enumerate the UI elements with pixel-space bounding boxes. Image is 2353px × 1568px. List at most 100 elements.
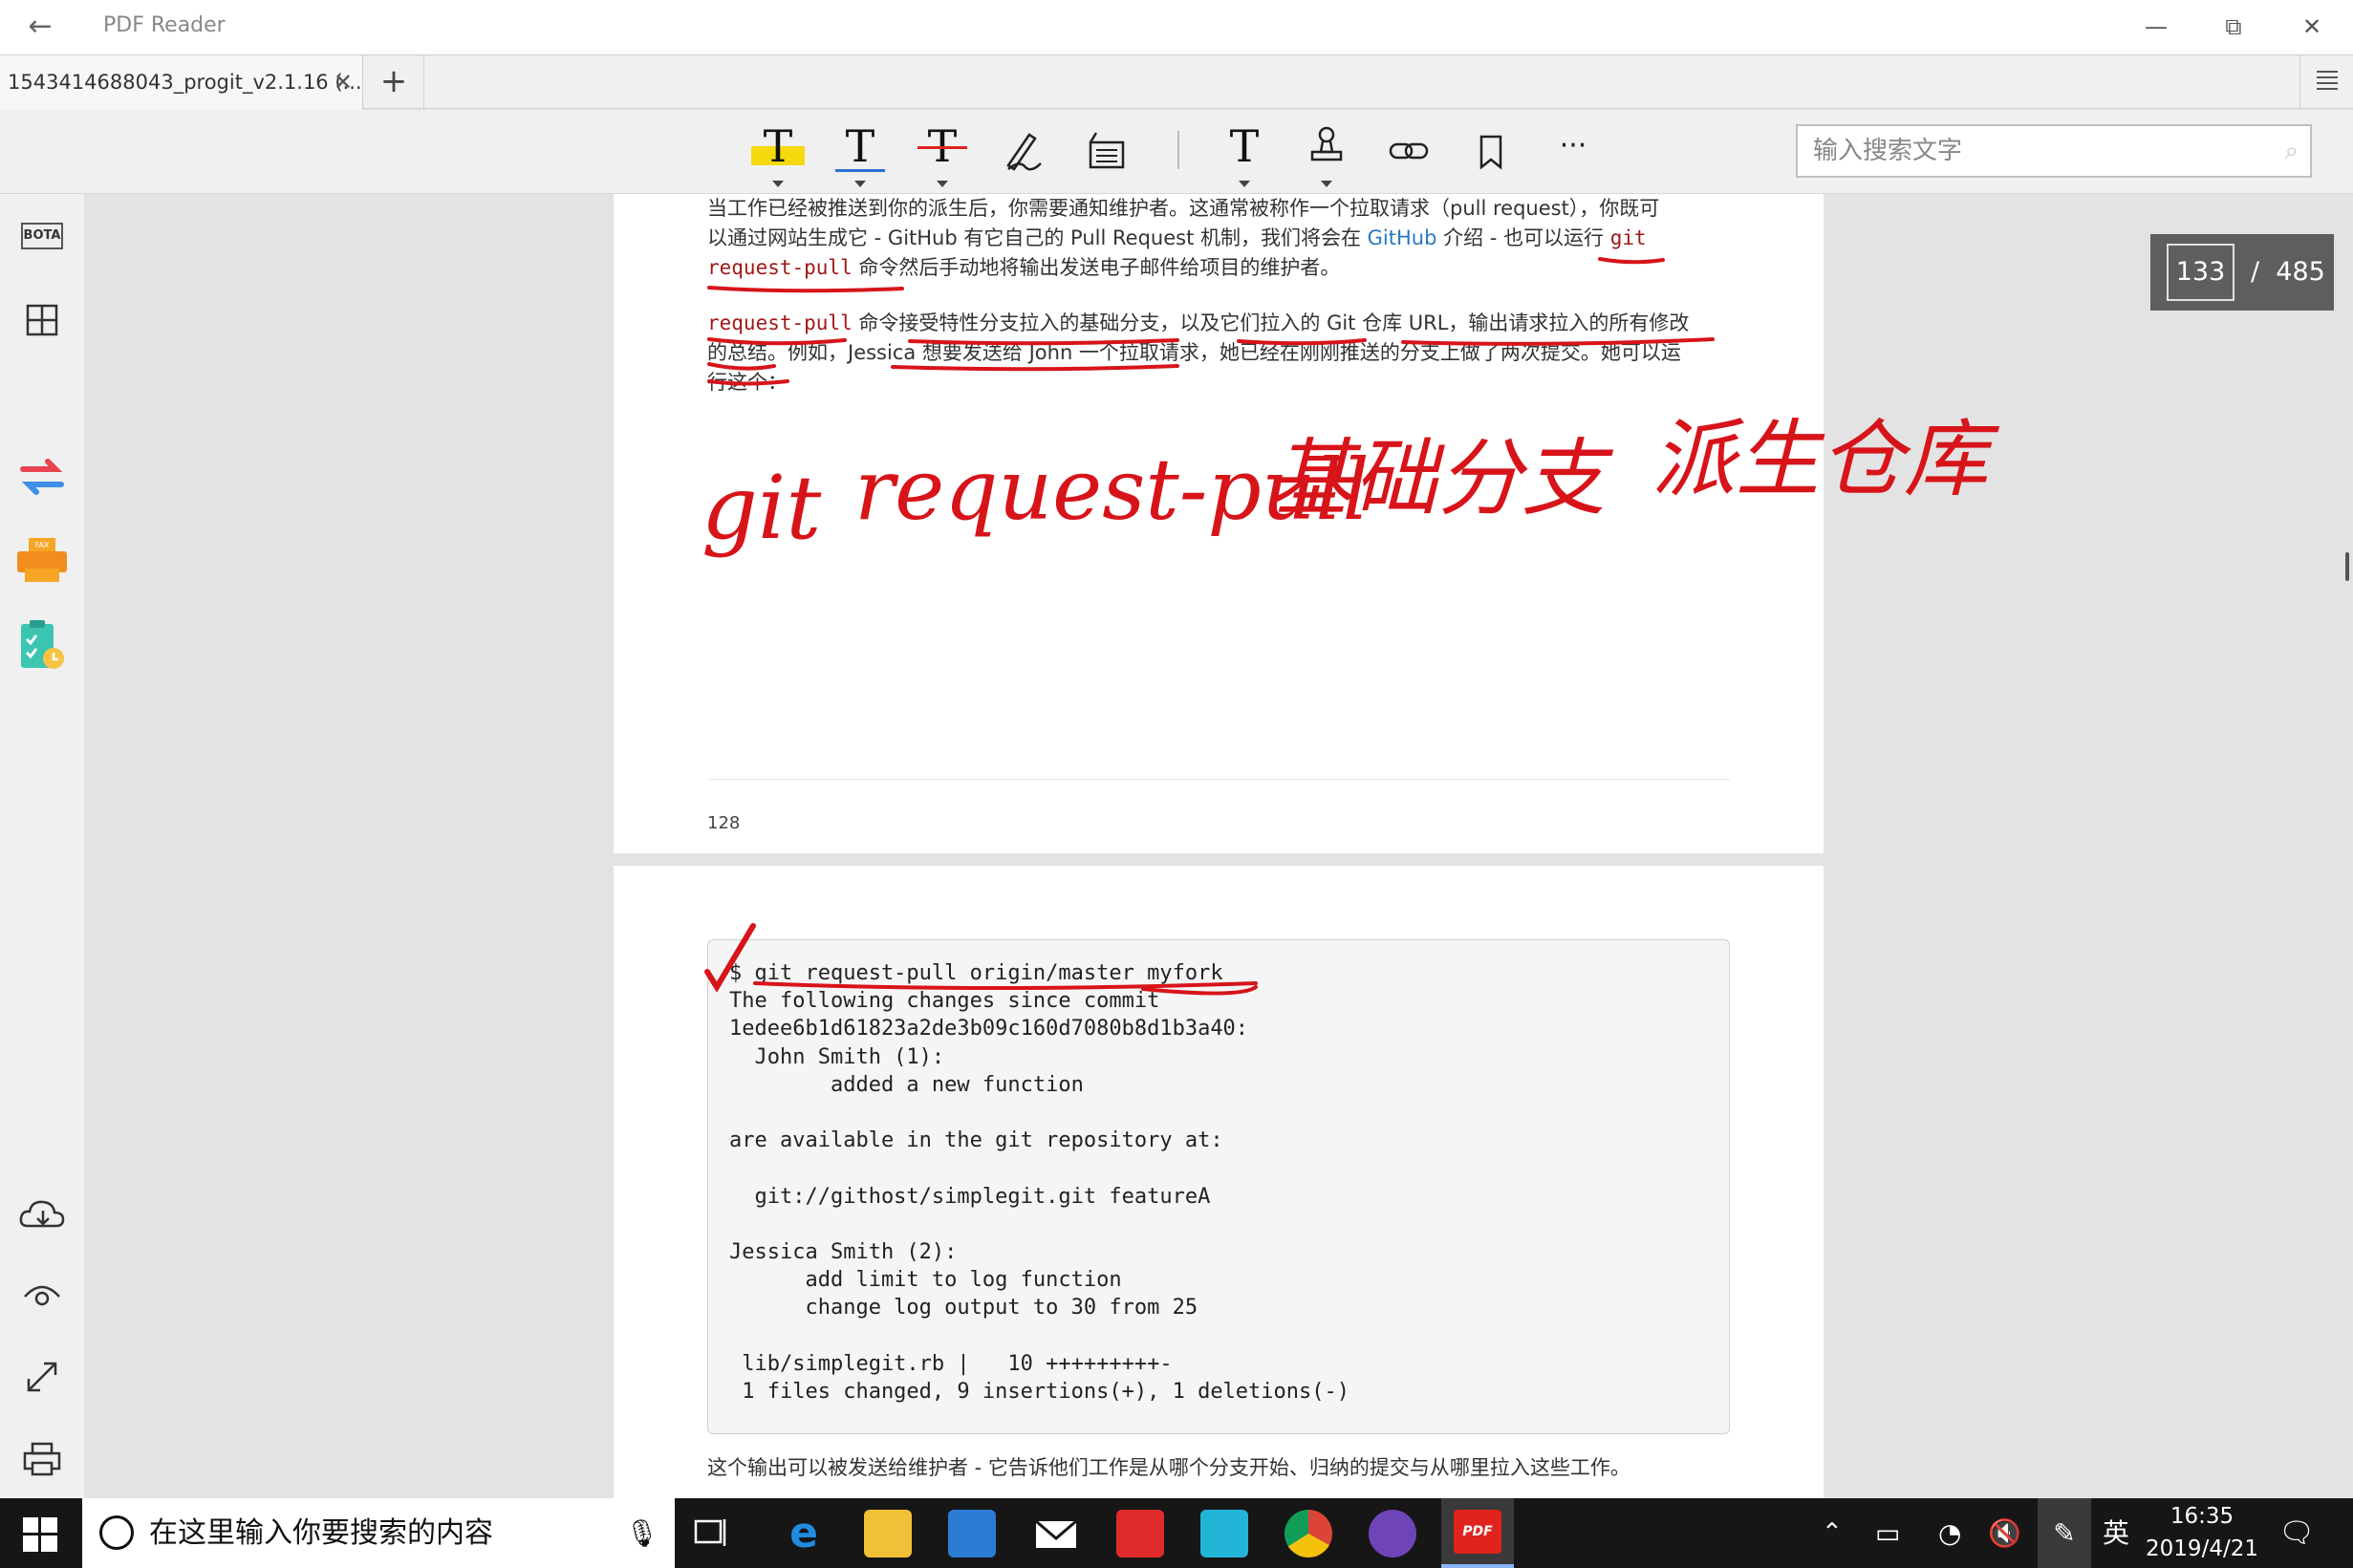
bota-panel-button[interactable]: BOTA — [15, 215, 69, 268]
fullscreen-button[interactable] — [15, 1350, 69, 1404]
highlight-text-tool[interactable]: T — [749, 120, 807, 187]
show-hidden-icons-chevron-icon[interactable]: ⌃ — [1822, 1498, 1843, 1568]
restore-button[interactable]: ⧉ — [2205, 6, 2262, 48]
edge-browser-icon[interactable]: e — [780, 1510, 828, 1557]
document-tab[interactable]: 1543414688043_progit_v2.1.16 (... ✕ — [0, 55, 363, 110]
toolbar-divider — [1177, 131, 1179, 169]
convert-arrows-icon — [20, 459, 64, 495]
tab-list-menu-icon[interactable] — [2299, 55, 2353, 110]
document-viewer[interactable]: 当工作已经被推送到你的派生后，你需要通知维护者。这通常被称作一个拉取请求（pul… — [84, 194, 2353, 1498]
pdf-app-icon: PDF — [1454, 1510, 1501, 1554]
minimize-button[interactable]: — — [2127, 6, 2185, 48]
page-number: 128 — [707, 813, 741, 833]
title-bar: ← PDF Reader — ⧉ ✕ — [0, 0, 2353, 54]
paragraph-text: 命令然后手动地将输出发送电子邮件给项目的维护者。 — [852, 256, 1341, 279]
clock-time: 16:35 — [2170, 1504, 2234, 1529]
paragraph-1-line-3: request-pull 命令然后手动地将输出发送电子邮件给项目的维护者。 — [707, 253, 1340, 283]
system-clock[interactable]: 16:35 2019/4/21 — [2145, 1498, 2259, 1568]
battery-icon[interactable]: ▭ — [1875, 1498, 1900, 1568]
pdf-reader-taskbar-button[interactable]: PDF — [1441, 1498, 1514, 1568]
text-t-icon: T — [1229, 120, 1260, 172]
chrome-browser-icon[interactable] — [1284, 1510, 1332, 1557]
page-footer-rule — [707, 779, 1730, 780]
cloud-sync-button[interactable] — [15, 1188, 69, 1241]
note-area-icon — [1089, 132, 1125, 169]
code-block: $ git request-pull origin/master myfork … — [707, 939, 1730, 1434]
mail-icon[interactable] — [1032, 1510, 1080, 1557]
task-view-icon[interactable] — [692, 1514, 732, 1554]
pen-ink-workspace-icon[interactable]: ✎ — [2038, 1498, 2091, 1568]
bookmark-tool[interactable] — [1462, 121, 1520, 179]
total-pages: / 485 — [2251, 234, 2325, 311]
action-center-icon[interactable]: 🗨 — [2278, 1498, 2315, 1568]
print-button[interactable] — [15, 1432, 69, 1486]
link-tool[interactable] — [1380, 121, 1437, 179]
tab-bar: 1543414688043_progit_v2.1.16 (... ✕ + — [0, 54, 2353, 110]
search-placeholder: 输入搜索文字 — [1813, 137, 1963, 165]
paragraph-1-line-1: 当工作已经被推送到你的派生后，你需要通知维护者。这通常被称作一个拉取请求（pul… — [707, 197, 1660, 220]
microsoft-store-icon[interactable] — [948, 1510, 996, 1557]
expand-icon — [27, 1362, 57, 1392]
view-mode-button[interactable] — [15, 1268, 69, 1321]
pdf-page-128: 当工作已经被推送到你的派生后，你需要通知维护者。这通常被称作一个拉取请求（pul… — [614, 194, 1824, 853]
current-page-input[interactable]: 133 — [2167, 244, 2234, 301]
printer-icon — [23, 1442, 61, 1476]
thumbnails-button[interactable] — [15, 293, 69, 347]
total-page-count: 485 — [2276, 257, 2325, 287]
app-title: PDF Reader — [103, 13, 226, 37]
microphone-icon[interactable]: 🎙 — [625, 1498, 659, 1568]
windows-start-icon[interactable] — [23, 1517, 57, 1556]
more-options-button[interactable]: ··· — [1544, 121, 1602, 179]
new-tab-button[interactable]: + — [364, 55, 424, 110]
github-link[interactable]: GitHub — [1368, 226, 1437, 249]
checklist-clock-icon — [21, 620, 64, 669]
page-separator: / — [2251, 257, 2260, 287]
fax-button[interactable]: FAX — [15, 536, 69, 590]
qq-app-icon[interactable] — [1200, 1510, 1248, 1557]
paragraph-1-line-2: 以通过网站生成它 - GitHub 有它自己的 Pull Request 机制，… — [707, 224, 1647, 253]
underline-t-icon: T — [845, 120, 875, 172]
paragraph-after-code: 这个输出可以被发送给维护者 - 它告诉他们工作是从哪个分支开始、归纳的提交与从哪… — [707, 1456, 1630, 1479]
convert-button[interactable] — [15, 452, 69, 505]
pen-icon — [1006, 133, 1042, 171]
clock-date: 2019/4/21 — [2146, 1536, 2258, 1561]
tab-close-icon[interactable]: ✕ — [334, 55, 353, 110]
link-icon — [1389, 142, 1429, 160]
cortana-circle-icon — [99, 1515, 134, 1550]
area-note-tool[interactable] — [1078, 121, 1135, 179]
inline-code: git — [1609, 226, 1647, 249]
more-icon: ··· — [1559, 129, 1587, 162]
taskbar-search-placeholder: 在这里输入你要搜索的内容 — [149, 1516, 493, 1550]
bookmark-icon — [1479, 135, 1502, 170]
underline-text-tool[interactable]: T — [831, 120, 889, 187]
bota-icon: BOTA — [21, 223, 63, 249]
taskbar-search-input[interactable]: 在这里输入你要搜索的内容 🎙 — [82, 1498, 675, 1568]
search-input[interactable]: 输入搜索文字 ⌕ — [1796, 124, 2312, 178]
add-text-tool[interactable]: T — [1216, 120, 1273, 187]
pdf-page-129: $ git request-pull origin/master myfork … — [614, 866, 1824, 1498]
stamp-tool[interactable] — [1298, 121, 1355, 187]
task-checklist-button[interactable] — [15, 618, 69, 672]
close-window-button[interactable]: ✕ — [2283, 6, 2341, 48]
vertical-scrollbar-thumb[interactable] — [2345, 552, 2349, 581]
svg-text:FAX: FAX — [35, 541, 50, 549]
file-explorer-icon[interactable] — [864, 1510, 912, 1557]
freehand-pen-tool[interactable] — [996, 121, 1053, 179]
wifi-icon[interactable]: ◔ — [1938, 1498, 1961, 1568]
paragraph-text: 命令接受特性分支拉入的基础分支，以及它们拉入的 Git 仓库 URL，输出请求拉… — [852, 311, 1690, 334]
netease-music-icon[interactable] — [1116, 1510, 1164, 1557]
back-arrow-icon[interactable]: ← — [21, 8, 59, 46]
paragraph-2-line-2: 的总结。例如，Jessica 想要发送给 John 一个拉取请求，她已经在刚刚推… — [707, 341, 1681, 364]
input-method-indicator[interactable]: 英 — [2103, 1498, 2129, 1568]
grid-icon — [26, 304, 58, 336]
paragraph-text: 以通过网站生成它 - GitHub 有它自己的 Pull Request 机制，… — [707, 226, 1368, 249]
windows-taskbar: 在这里输入你要搜索的内容 🎙 e PDF ⌃ ▭ ◔ 🔇 ✎ 英 16:35 2… — [0, 1498, 2353, 1568]
fax-printer-icon: FAX — [17, 538, 67, 582]
github-desktop-icon[interactable] — [1369, 1510, 1416, 1557]
tab-label: 1543414688043_progit_v2.1.16 (... — [8, 71, 362, 94]
search-icon[interactable]: ⌕ — [2284, 126, 2299, 176]
cloud-icon — [19, 1200, 65, 1228]
strikethrough-text-tool[interactable]: T — [914, 121, 971, 187]
volume-muted-icon[interactable]: 🔇 — [1988, 1498, 2021, 1568]
highlight-t-icon: T — [763, 120, 793, 172]
